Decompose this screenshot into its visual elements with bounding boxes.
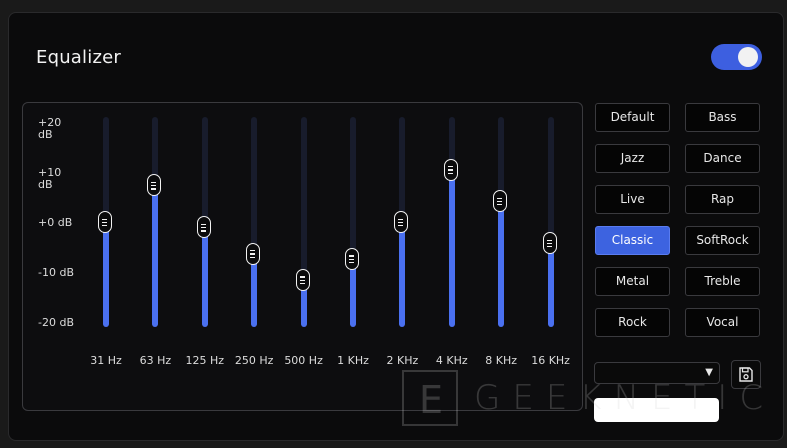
grip-line	[398, 221, 404, 224]
slider-fill	[251, 253, 258, 327]
slider-fill	[103, 222, 109, 327]
band-slider-9[interactable]	[542, 117, 558, 327]
grip-line	[102, 221, 107, 224]
band-frequency-label: 8 KHz	[485, 354, 518, 367]
grip-line	[349, 261, 354, 264]
band-slider-4[interactable]	[295, 117, 311, 327]
grip-line	[349, 255, 354, 257]
slider-handle[interactable]	[345, 247, 359, 270]
toggle-knob	[738, 47, 758, 67]
band-slider-8[interactable]	[493, 117, 508, 327]
db-label-minus20: -20 dB	[38, 316, 74, 329]
preset-rock[interactable]: Rock	[595, 308, 670, 337]
grip-line	[447, 172, 453, 174]
band-frequency-label: 31 Hz	[90, 354, 122, 367]
band-frequency-label: 1 KHz	[337, 354, 369, 367]
equalizer-toggle[interactable]	[711, 44, 762, 70]
grip-line	[299, 276, 305, 278]
preset-live[interactable]: Live	[595, 185, 670, 214]
grip-line	[546, 239, 552, 241]
slider-handle[interactable]	[196, 216, 211, 239]
band-slider-7[interactable]	[443, 117, 459, 327]
grip-line	[349, 258, 354, 260]
grip-line	[299, 279, 305, 281]
slider-fill	[201, 227, 208, 327]
db-label-minus10: -10 dB	[38, 266, 74, 279]
grip-line	[102, 225, 107, 227]
preset-rap[interactable]: Rap	[685, 185, 760, 214]
grip-line	[497, 204, 503, 206]
band-frequency-label: 2 KHz	[386, 354, 419, 367]
preset-name-input[interactable]	[594, 398, 719, 422]
save-preset-button[interactable]	[731, 360, 761, 389]
grip-line	[398, 218, 404, 220]
band-slider-6[interactable]	[394, 117, 409, 327]
slider-handle[interactable]	[493, 190, 508, 212]
band-slider-1[interactable]	[147, 117, 162, 327]
slider-handle[interactable]	[542, 232, 557, 254]
band-frequency-label: 500 Hz	[284, 354, 323, 367]
preset-treble[interactable]: Treble	[685, 267, 760, 296]
band-frequency-label: 125 Hz	[185, 354, 225, 367]
slider-handle[interactable]	[295, 268, 310, 291]
band-slider-0[interactable]	[98, 117, 113, 327]
slider-handle[interactable]	[394, 211, 409, 233]
grip-line	[200, 223, 206, 226]
slider-handle[interactable]	[98, 211, 112, 233]
grip-line	[102, 218, 107, 220]
grip-line	[447, 166, 453, 168]
slider-fill	[152, 185, 159, 327]
grip-line	[250, 256, 256, 258]
dropdown-arrow-icon: ▼	[705, 367, 713, 378]
grip-line	[200, 230, 206, 232]
band-slider-3[interactable]	[246, 117, 261, 327]
grip-line	[398, 225, 404, 227]
custom-preset-select[interactable]: ▼	[594, 362, 720, 384]
band-slider-2[interactable]	[196, 117, 212, 327]
band-frequency-label: 250 Hz	[234, 354, 274, 367]
slider-handle[interactable]	[246, 242, 261, 265]
grip-line	[250, 253, 256, 255]
grip-line	[250, 250, 256, 252]
grip-line	[200, 227, 206, 229]
save-icon	[739, 367, 753, 382]
grip-line	[546, 242, 552, 245]
grip-line	[497, 200, 503, 203]
grip-line	[151, 181, 157, 184]
band-slider-5[interactable]	[345, 117, 360, 327]
preset-classic[interactable]: Classic	[595, 226, 670, 255]
preset-default[interactable]: Default	[595, 103, 670, 132]
preset-vocal[interactable]: Vocal	[685, 308, 760, 337]
page-title: Equalizer	[36, 47, 121, 68]
db-label-zero: +0 dB	[38, 216, 73, 229]
preset-softrock[interactable]: SoftRock	[685, 226, 760, 255]
preset-metal[interactable]: Metal	[595, 267, 670, 296]
slider-fill	[498, 201, 505, 327]
grip-line	[497, 197, 503, 199]
band-frequency-label: 16 KHz	[531, 354, 570, 367]
band-frequency-label: 4 KHz	[435, 354, 468, 367]
slider-handle[interactable]	[443, 158, 458, 181]
preset-jazz[interactable]: Jazz	[595, 144, 670, 173]
grip-line	[151, 188, 157, 190]
preset-bass[interactable]: Bass	[685, 103, 760, 132]
slider-handle[interactable]	[147, 174, 162, 197]
grip-line	[546, 246, 552, 248]
band-frequency-label: 63 Hz	[139, 354, 172, 367]
db-label-plus10: +10 dB	[38, 166, 62, 191]
slider-fill	[547, 243, 554, 327]
grip-line	[447, 169, 453, 171]
grip-line	[151, 185, 157, 187]
slider-fill	[448, 169, 455, 327]
slider-fill	[399, 222, 406, 327]
preset-dance[interactable]: Dance	[685, 144, 760, 173]
grip-line	[299, 282, 305, 285]
db-label-plus20: +20 dB	[38, 116, 62, 141]
